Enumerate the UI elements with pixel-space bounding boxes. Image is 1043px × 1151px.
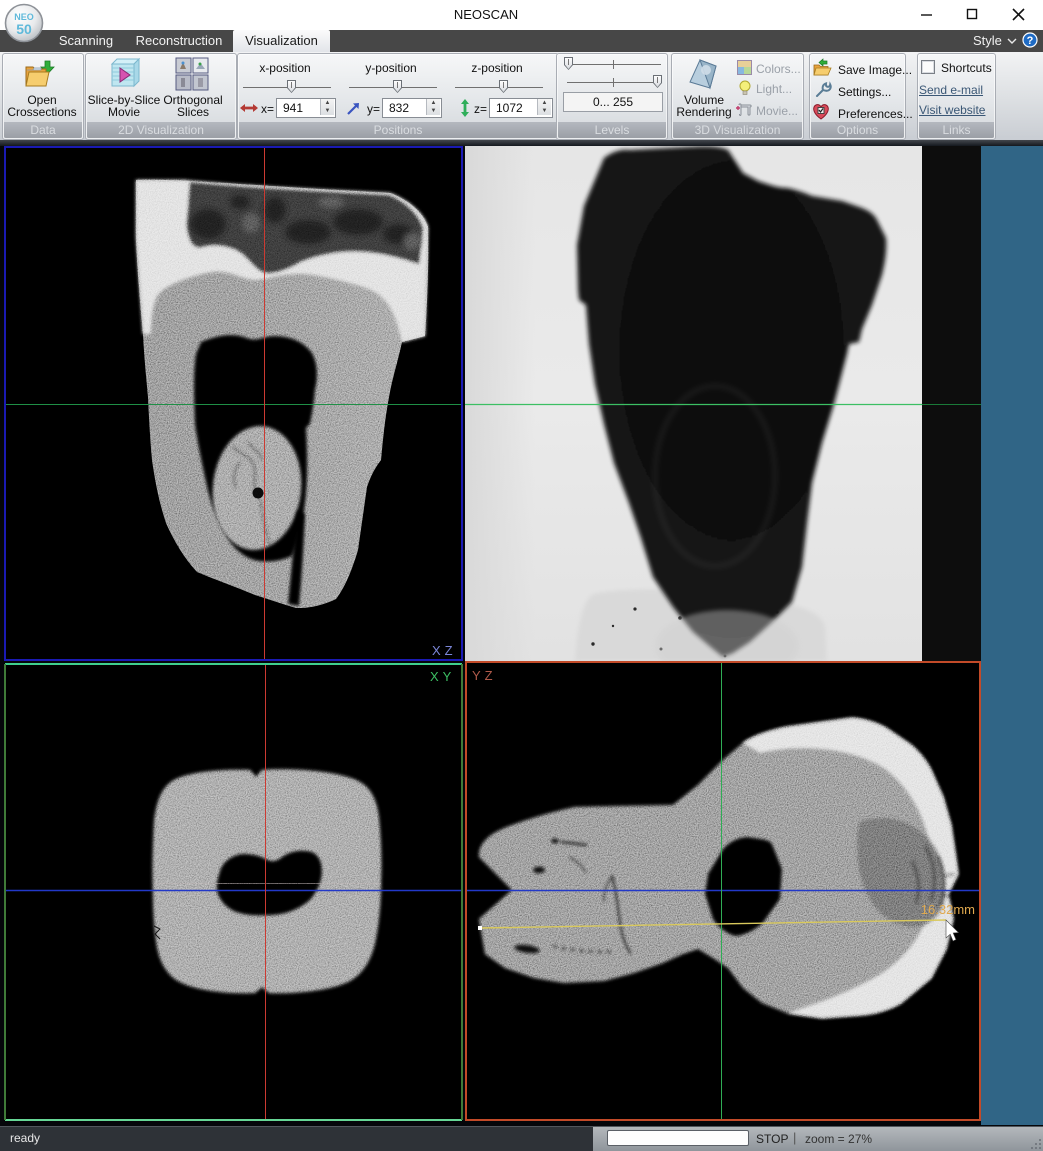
- svg-text:XZ: XZ: [432, 643, 457, 658]
- svg-text:XY: XY: [430, 669, 455, 684]
- svg-text:YZ: YZ: [472, 668, 497, 683]
- svg-text:?: ?: [1027, 35, 1034, 47]
- svg-text:50: 50: [16, 21, 32, 37]
- svg-text:16.32mm: 16.32mm: [921, 902, 975, 917]
